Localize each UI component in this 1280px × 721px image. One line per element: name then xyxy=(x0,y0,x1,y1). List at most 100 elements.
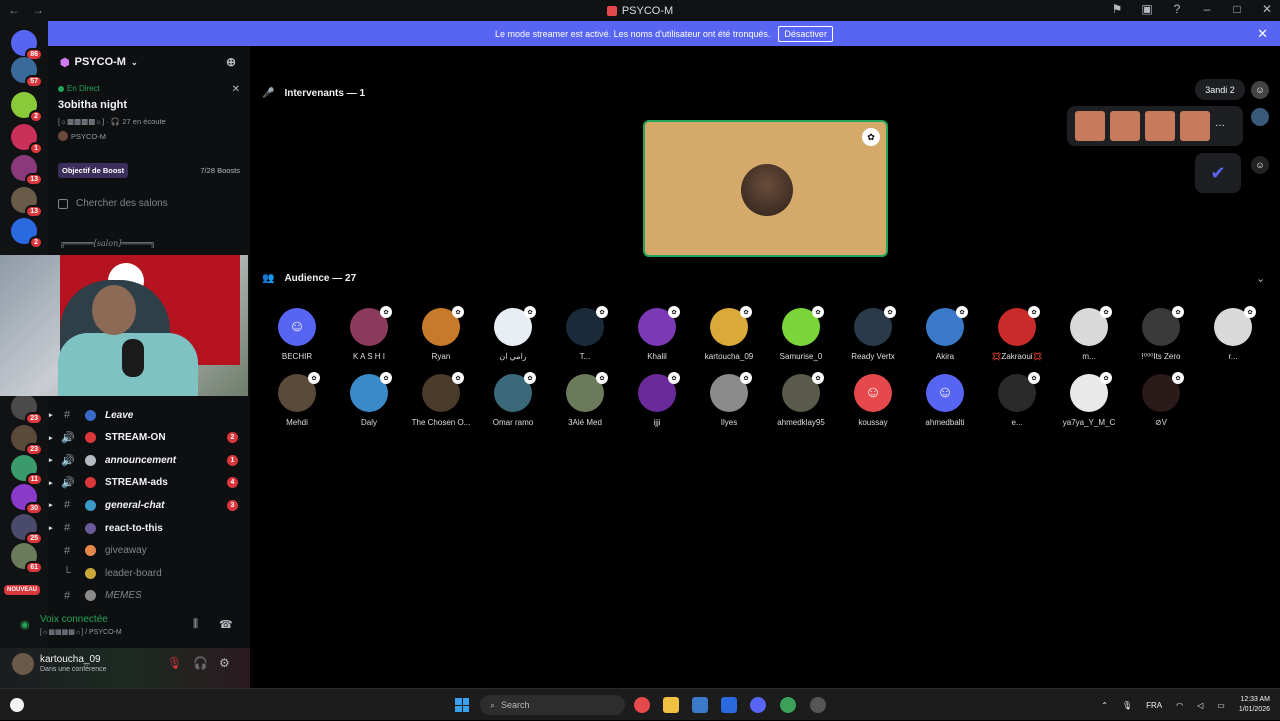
audience-member[interactable]: ✿ ijji xyxy=(627,372,687,427)
audience-member[interactable]: ✿ Ryan xyxy=(411,306,471,361)
audience-member[interactable]: ✿ K A S H I xyxy=(339,306,399,361)
live-stage-card[interactable]: En Direct 3obitha night [☼▩▩▩▩☼] · 🎧 27 … xyxy=(58,84,240,141)
participant-avatar[interactable]: ☺ xyxy=(1251,81,1269,99)
audience-member[interactable]: ✿ ⊘V xyxy=(1131,372,1191,427)
expand-arrow-icon[interactable]: ▸ xyxy=(49,434,53,442)
server-icon[interactable]: 23 xyxy=(11,425,43,456)
avatar[interactable] xyxy=(12,653,34,675)
server-icon[interactable]: 2 xyxy=(11,92,43,123)
widgets-icon[interactable] xyxy=(10,698,24,712)
audience-member[interactable]: ☺ koussay xyxy=(843,374,903,427)
audience-member[interactable]: ✿ Daly xyxy=(339,372,399,427)
forward-arrow-icon[interactable]: → xyxy=(32,3,44,17)
server-icon[interactable]: 61 xyxy=(11,543,43,574)
audience-member[interactable]: ✿ 3Alé Med xyxy=(555,372,615,427)
mute-mic-icon[interactable]: 🎙 xyxy=(167,656,182,670)
server-icon[interactable]: 57 xyxy=(11,57,43,88)
volume-icon[interactable]: ◁ xyxy=(1197,701,1203,710)
close-window-icon[interactable]: ✕ xyxy=(1260,2,1274,16)
server-icon[interactable]: 25 xyxy=(11,514,43,545)
activity-label[interactable]: 3andi 2 xyxy=(1195,79,1245,100)
headphones-icon[interactable]: 🎧 xyxy=(193,656,208,670)
audience-member[interactable]: ✿ The Chosen O... xyxy=(411,372,471,427)
language-indicator[interactable]: FRA xyxy=(1146,701,1162,710)
chrome-icon[interactable] xyxy=(634,697,650,713)
server-icon[interactable]: 13 xyxy=(11,155,43,186)
expand-arrow-icon[interactable]: ▸ xyxy=(49,479,53,487)
audience-member[interactable]: ✿ ahmedklay95 xyxy=(771,372,831,427)
audience-member[interactable]: ✿ 💢Zakraoui💢 xyxy=(987,306,1047,361)
mail-icon[interactable] xyxy=(721,697,737,713)
channel-search[interactable]: Chercher des salons xyxy=(58,198,240,209)
channel-item[interactable]: ▸ # general-chat 3 xyxy=(48,495,250,515)
soundboard-icon[interactable]: ⫼ xyxy=(193,618,198,631)
server-icon[interactable]: 30 xyxy=(11,484,43,515)
help-icon[interactable]: ? xyxy=(1170,2,1184,16)
back-arrow-icon[interactable]: ← xyxy=(8,3,20,17)
taskbar-search[interactable]: ⌕ Search xyxy=(480,695,625,715)
clock[interactable]: 12:33 AM 1/01/2026 xyxy=(1239,695,1270,715)
audience-member[interactable]: ✿ Khalil xyxy=(627,306,687,361)
server-icon[interactable]: 2 xyxy=(11,218,43,249)
audience-member[interactable]: ✿ kartoucha_09 xyxy=(699,306,759,361)
discord-icon[interactable] xyxy=(750,697,766,713)
audience-member[interactable]: ✿ رامي ان xyxy=(483,306,543,361)
windows-start-icon[interactable] xyxy=(455,698,469,712)
close-banner-icon[interactable]: ✕ xyxy=(1257,26,1268,42)
audience-member[interactable]: ✿ ya7ya_Y_M_C xyxy=(1059,372,1119,427)
audience-member[interactable]: ✿ Samurise_0 xyxy=(771,306,831,361)
server-icon[interactable]: 23 xyxy=(11,394,43,425)
channel-item[interactable]: ▸ # react-to-this xyxy=(48,518,250,538)
wifi-icon[interactable]: ◠ xyxy=(1176,701,1183,710)
disable-streamer-button[interactable]: Désactiver xyxy=(778,25,833,42)
server-icon[interactable]: 1 xyxy=(11,124,43,155)
participant-avatar[interactable] xyxy=(1251,108,1269,126)
battery-icon[interactable]: ▭ xyxy=(1217,701,1225,710)
audience-member[interactable]: ✿ !⁰⁰⁰Its Zero xyxy=(1131,306,1191,361)
minimize-icon[interactable]: – xyxy=(1200,2,1214,16)
server-header[interactable]: ⬢ PSYCO-M ⌄ ⊕ xyxy=(48,46,250,78)
server-icon[interactable]: 86 xyxy=(11,30,43,61)
audience-member[interactable]: ✿ Ready Vertx xyxy=(843,306,903,361)
audience-member[interactable]: ✿ Mehdi xyxy=(267,372,327,427)
inbox-icon[interactable]: ⚑ xyxy=(1110,2,1124,16)
activity-card[interactable]: ✔ xyxy=(1195,153,1241,193)
close-icon[interactable]: ✕ xyxy=(232,84,240,95)
audience-member[interactable]: ☺ BECHIR xyxy=(267,308,327,361)
expand-arrow-icon[interactable]: ▸ xyxy=(49,456,53,464)
channel-item[interactable]: ▸ 🔊 STREAM-ads 4 xyxy=(48,473,250,493)
media-preview[interactable]: … xyxy=(1067,106,1243,146)
screen-icon[interactable]: ▣ xyxy=(1140,2,1154,16)
expand-arrow-icon[interactable]: ▸ xyxy=(49,524,53,532)
disconnect-icon[interactable]: ☎ xyxy=(219,618,233,631)
audience-member[interactable]: ✿ m... xyxy=(1059,306,1119,361)
audience-member[interactable]: ✿ T... xyxy=(555,306,615,361)
channel-item[interactable]: └ leader-board xyxy=(48,563,250,583)
voice-channel[interactable]: [☼▩▩▩▩☼] / PSYCO-M xyxy=(40,628,122,636)
channel-item[interactable]: ▸ 🔊 announcement 1 xyxy=(48,450,250,470)
store-icon[interactable] xyxy=(692,697,708,713)
microphone-icon[interactable]: 🎙 xyxy=(1122,701,1132,710)
speaker-card[interactable]: ✿ xyxy=(643,120,888,257)
invite-icon[interactable]: ⊕ xyxy=(226,55,236,69)
channel-item[interactable]: ▸ 🔊 STREAM-ON 2 xyxy=(48,428,250,448)
app-icon[interactable] xyxy=(810,697,826,713)
chevron-up-icon[interactable]: ⌃ xyxy=(1101,701,1108,710)
audience-member[interactable]: ✿ Omar ramo xyxy=(483,372,543,427)
audience-member[interactable]: ✿ Akira xyxy=(915,306,975,361)
file-explorer-icon[interactable] xyxy=(663,697,679,713)
participant-avatar[interactable]: ☺ xyxy=(1251,156,1269,174)
settings-gear-icon[interactable]: ⚙ xyxy=(219,656,230,670)
channel-category[interactable]: ╔══════[salon]══════╗ xyxy=(60,239,155,248)
channel-item[interactable]: # giveaway xyxy=(48,541,250,561)
browser-icon[interactable] xyxy=(780,697,796,713)
expand-arrow-icon[interactable]: ▸ xyxy=(49,411,53,419)
audience-member[interactable]: ☺ ahmedbalti xyxy=(915,374,975,427)
channel-item[interactable]: # MEMES xyxy=(48,586,250,606)
server-icon[interactable]: 13 xyxy=(11,187,43,218)
maximize-icon[interactable]: □ xyxy=(1230,2,1244,16)
boost-goal[interactable]: Objectif de Boost 7/28 Boosts xyxy=(58,162,240,178)
chevron-down-icon[interactable]: ⌄ xyxy=(1256,272,1265,285)
audience-member[interactable]: ✿ Ilyes xyxy=(699,372,759,427)
channel-item[interactable]: ▸ # Leave xyxy=(48,405,250,425)
